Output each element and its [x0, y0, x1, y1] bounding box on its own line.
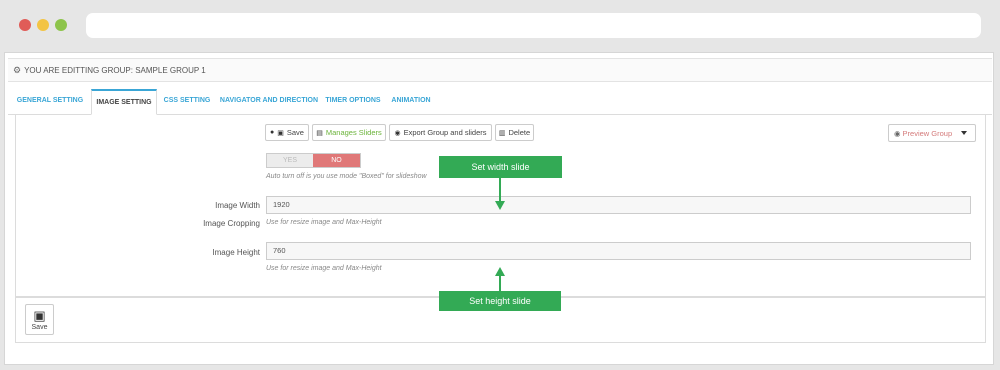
delete-button-label: Delete — [508, 128, 531, 137]
eye-icon: ◉ — [394, 129, 401, 137]
tab-css-setting[interactable]: CSS SETTING — [162, 89, 212, 115]
floppy-icon: ▣ — [277, 129, 284, 137]
footer-save-label: Save — [31, 323, 48, 331]
close-window-dot[interactable] — [19, 19, 31, 31]
plus-circle-icon: ● — [270, 129, 275, 136]
tab-image-setting[interactable]: IMAGE SETTING — [91, 89, 157, 115]
image-width-help: Use for resize image and Max-Height — [266, 219, 382, 226]
browser-chrome — [0, 0, 1000, 52]
page-frame: ⚙ YOU ARE EDITTING GROUP: SAMPLE GROUP 1… — [4, 52, 994, 365]
save-button-label: Save — [286, 128, 304, 137]
switch-yes-option[interactable]: YES — [267, 154, 314, 167]
width-arrow-head — [495, 201, 505, 210]
height-arrow-head — [495, 267, 505, 276]
image-cropping-switch[interactable]: YES NO — [266, 153, 361, 168]
group-header-title: YOU ARE EDITTING GROUP: SAMPLE GROUP 1 — [24, 65, 206, 75]
image-cropping-help: Auto turn off is you use mode "Boxed" fo… — [266, 173, 427, 180]
switch-no-option[interactable]: NO — [313, 154, 360, 167]
preview-group-label: Preview Group — [902, 128, 953, 138]
image-height-input[interactable]: 760 — [266, 242, 971, 260]
tab-timer-options[interactable]: TIMER OPTIONS — [323, 89, 383, 115]
save-button[interactable]: ● ▣ Save — [265, 124, 309, 141]
preview-group-dropdown[interactable]: ◉ Preview Group — [888, 124, 976, 142]
address-bar[interactable] — [86, 13, 981, 38]
caret-down-icon — [961, 131, 967, 135]
image-cropping-label: Image Cropping — [203, 219, 260, 228]
tab-general-setting[interactable]: GENERAL SETTING — [16, 89, 84, 115]
footer-save-button[interactable]: ▣ Save — [25, 304, 54, 335]
tab-animation[interactable]: ANIMATION — [386, 89, 436, 115]
gears-icon: ⚙ — [13, 64, 22, 75]
tab-navigator-and-direction[interactable]: NAVIGATOR AND DIRECTION — [216, 89, 322, 115]
image-height-help: Use for resize image and Max-Height — [266, 265, 382, 272]
film-icon: ▤ — [316, 129, 323, 137]
image-height-label: Image Height — [212, 248, 260, 257]
delete-button[interactable]: ▥ Delete — [495, 124, 534, 141]
eye-icon: ◉ — [894, 128, 901, 138]
maximize-window-dot[interactable] — [55, 19, 67, 31]
group-header: ⚙ YOU ARE EDITTING GROUP: SAMPLE GROUP 1 — [8, 58, 992, 82]
annotation-arrows — [495, 178, 505, 291]
image-width-label: Image Width — [215, 201, 260, 210]
export-button[interactable]: ◉ Export Group and sliders — [389, 124, 492, 141]
export-button-label: Export Group and sliders — [403, 128, 487, 137]
manage-sliders-button[interactable]: ▤ Manages Sliders — [312, 124, 386, 141]
minimize-window-dot[interactable] — [37, 19, 49, 31]
settings-tabs: GENERAL SETTING IMAGE SETTING CSS SETTIN… — [8, 89, 992, 115]
image-width-input[interactable]: 1920 — [266, 196, 971, 214]
trash-icon: ▥ — [498, 129, 506, 137]
floppy-icon: ▣ — [33, 307, 46, 323]
manage-sliders-label: Manages Sliders — [325, 128, 382, 137]
